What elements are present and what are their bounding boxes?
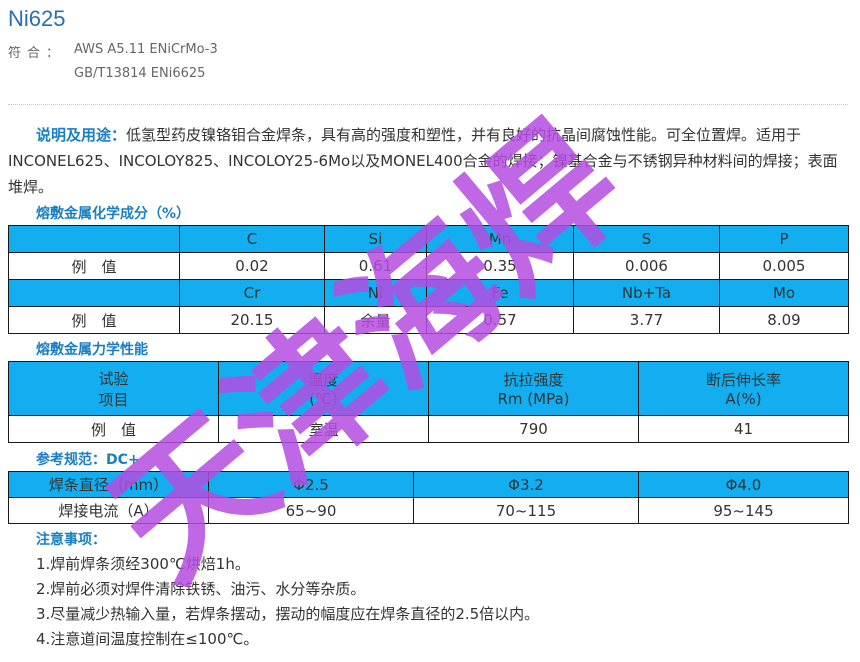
chem-cell: C	[179, 225, 325, 253]
chem-cell	[8, 225, 180, 253]
note-item: 4.注意道间温度控制在≤100℃。	[36, 630, 259, 648]
mech-cell: 41	[638, 415, 849, 443]
current-cell: 95~145	[638, 497, 849, 524]
chem-cell: Fe	[426, 279, 574, 307]
chem-cell: 8.09	[719, 306, 849, 334]
description-text: 低氢型药皮镍铬钼合金焊条，具有高的强度和塑性，并有良好的抗晶间腐蚀性能。可全位置…	[8, 126, 838, 196]
chem-row: 例 值 0.02 0.61 0.35 0.006 0.005	[8, 252, 849, 280]
chem-cell: Mn	[426, 225, 574, 253]
mech-value-row: 例 值 室温 790 41	[8, 415, 849, 443]
chem-cell: 0.35	[426, 252, 574, 280]
spec-label: 符合：	[8, 46, 66, 61]
current-row: 焊接电流（A） 65~90 70~115 95~145	[8, 497, 849, 524]
current-table: 焊条直径（mm） Φ2.5 Φ3.2 Φ4.0 焊接电流（A） 65~90 70~115 95…	[8, 471, 849, 524]
chem-cell: 0.006	[573, 252, 720, 280]
mech-table: 试验 项目 温度 (℃) 抗拉强度 Rm (MPa) 断后伸长率 A(%) 例 值 室温…	[8, 361, 849, 443]
current-cell: 焊接电流（A）	[8, 497, 209, 524]
chem-cell: 3.77	[573, 306, 720, 334]
chem-cell	[8, 279, 180, 307]
current-cell: 焊条直径（mm）	[8, 471, 209, 498]
product-title: Ni625	[8, 6, 66, 31]
mech-header-temp: 温度 (℃)	[218, 361, 429, 416]
chem-cell: Ni	[324, 279, 427, 307]
mech-cell: 室温	[218, 415, 429, 443]
current-section-title: 参考规范：DC+	[36, 452, 140, 468]
divider	[8, 104, 848, 105]
chem-row: Cr Ni Fe Nb+Ta Mo	[8, 279, 849, 307]
description: 说明及用途：低氢型药皮镍铬钼合金焊条，具有高的强度和塑性，并有良好的抗晶间腐蚀性…	[8, 122, 850, 200]
chem-section-title: 熔敷金属化学成分（%）	[36, 206, 191, 222]
chem-cell: 例 值	[8, 306, 180, 334]
spec-standard-aws: AWS A5.11 ENiCrMo-3	[74, 42, 218, 57]
mech-header-row: 试验 项目 温度 (℃) 抗拉强度 Rm (MPa) 断后伸长率 A(%)	[8, 361, 849, 416]
chem-table: C Si Mn S P 例 值 0.02 0.61 0.35 0.006 0.005 Cr Ni Fe Nb…	[8, 225, 849, 334]
spec-standard-gb: GB/T13814 ENi6625	[74, 66, 206, 81]
current-cell: 70~115	[413, 497, 639, 524]
chem-cell: Nb+Ta	[573, 279, 720, 307]
chem-row: C Si Mn S P	[8, 225, 849, 253]
chem-cell: 20.15	[179, 306, 325, 334]
mech-header-strength: 抗拉强度 Rm (MPa)	[428, 361, 639, 416]
mech-cell: 例 值	[8, 415, 219, 443]
chem-cell: 例 值	[8, 252, 180, 280]
chem-cell: P	[719, 225, 849, 253]
chem-cell: Cr	[179, 279, 325, 307]
chem-cell: 0.02	[179, 252, 325, 280]
chem-cell: 0.57	[426, 306, 574, 334]
chem-cell: 0.61	[324, 252, 427, 280]
note-item: 1.焊前焊条须经300℃烘焙1h。	[36, 555, 250, 573]
note-item: 2.焊前必须对焊件清除铁锈、油污、水分等杂质。	[36, 580, 366, 598]
current-cell: Φ4.0	[638, 471, 849, 498]
mech-header-test: 试验 项目	[8, 361, 219, 416]
chem-row: 例 值 20.15 余量 0.57 3.77 8.09	[8, 306, 849, 334]
note-item: 3.尽量减少热输入量，若焊条摆动，摆动的幅度应在焊条直径的2.5倍以内。	[36, 605, 540, 623]
chem-cell: 0.005	[719, 252, 849, 280]
chem-cell: Si	[324, 225, 427, 253]
current-cell: Φ3.2	[413, 471, 639, 498]
mech-header-elongation: 断后伸长率 A(%)	[638, 361, 849, 416]
chem-cell: 余量	[324, 306, 427, 334]
mech-section-title: 熔敷金属力学性能	[36, 342, 148, 358]
chem-cell: S	[573, 225, 720, 253]
chem-cell: Mo	[719, 279, 849, 307]
notes-list: 1.焊前焊条须经300℃烘焙1h。 2.焊前必须对焊件清除铁锈、油污、水分等杂质…	[36, 552, 539, 652]
current-cell: 65~90	[208, 497, 414, 524]
notes-title: 注意事项：	[36, 532, 106, 548]
mech-cell: 790	[428, 415, 639, 443]
description-lead: 说明及用途：	[36, 126, 127, 144]
current-row: 焊条直径（mm） Φ2.5 Φ3.2 Φ4.0	[8, 471, 849, 498]
current-cell: Φ2.5	[208, 471, 414, 498]
